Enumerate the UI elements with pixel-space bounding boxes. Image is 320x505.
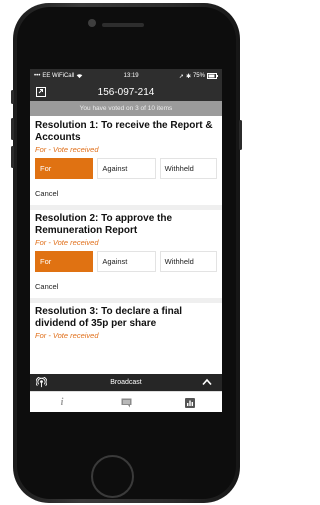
vote-against-button[interactable]: Against bbox=[97, 251, 156, 272]
phone-volume-up bbox=[11, 118, 14, 140]
clock-label: 13:19 bbox=[123, 73, 139, 79]
vote-for-button[interactable]: For bbox=[35, 158, 94, 179]
tab-info[interactable]: i bbox=[30, 392, 94, 413]
cancel-vote-link[interactable]: Cancel bbox=[35, 189, 217, 199]
signal-icon: ••• bbox=[34, 73, 41, 79]
info-icon: i bbox=[60, 397, 64, 408]
vote-options: For Against Withheld bbox=[35, 251, 218, 272]
phone-power-button bbox=[239, 120, 242, 150]
phone-volume-down bbox=[11, 146, 14, 168]
location-icon: ➚ bbox=[178, 73, 184, 80]
resolution-card: Resolution 1: To receive the Report & Ac… bbox=[30, 116, 222, 205]
vote-for-button[interactable]: For bbox=[35, 251, 94, 272]
wifi-icon bbox=[77, 74, 83, 79]
chat-icon bbox=[121, 398, 131, 407]
resolution-vote-status: For - Vote received bbox=[35, 331, 99, 340]
app-header: 156-097-214 bbox=[30, 83, 222, 101]
carrier-label: ••• EE WiFiCall bbox=[34, 73, 83, 79]
votes-progress-banner: You have voted on 3 of 10 items bbox=[30, 101, 222, 116]
resolution-card: Resolution 3: To declare a final dividen… bbox=[30, 303, 222, 340]
meeting-id-title: 156-097-214 bbox=[97, 86, 155, 98]
app-screen: ••• EE WiFiCall 13:19 ➚ ✱ 75% 156-097-21… bbox=[30, 69, 222, 426]
vote-options: For Against Withheld bbox=[35, 158, 218, 179]
resolution-vote-status: For - Vote received bbox=[35, 238, 99, 247]
battery-icon bbox=[206, 73, 218, 79]
front-camera bbox=[88, 19, 96, 27]
tab-messages[interactable] bbox=[94, 392, 158, 413]
poll-icon bbox=[185, 397, 195, 408]
phone-side-button bbox=[11, 90, 14, 104]
resolution-card: Resolution 2: To approve the Remuneratio… bbox=[30, 210, 222, 298]
tab-voting[interactable] bbox=[158, 392, 222, 413]
status-bar: ••• EE WiFiCall 13:19 ➚ ✱ 75% bbox=[30, 69, 222, 83]
broadcast-label: Broadcast bbox=[110, 379, 142, 386]
screen-bottom-edge bbox=[30, 412, 222, 426]
chevron-up-icon[interactable] bbox=[202, 378, 212, 386]
resolution-vote-status: For - Vote received bbox=[35, 145, 99, 154]
broadcast-bar[interactable]: Broadcast bbox=[30, 374, 222, 391]
vote-against-button[interactable]: Against bbox=[97, 158, 156, 179]
resolution-title: Resolution 1: To receive the Report & Ac… bbox=[35, 120, 213, 143]
cancel-vote-link[interactable]: Cancel bbox=[35, 282, 217, 292]
vote-withheld-button[interactable]: Withheld bbox=[159, 251, 218, 272]
bottom-tab-bar: i bbox=[30, 391, 222, 413]
resolution-title: Resolution 2: To approve the Remuneratio… bbox=[35, 213, 173, 236]
earpiece-speaker bbox=[102, 23, 144, 27]
home-button[interactable] bbox=[91, 455, 134, 498]
bluetooth-icon: ✱ bbox=[185, 73, 191, 80]
resolution-title: Resolution 3: To declare a final dividen… bbox=[35, 306, 183, 329]
battery-indicator: ➚ ✱ 75% bbox=[179, 73, 218, 80]
vote-withheld-button[interactable]: Withheld bbox=[159, 158, 218, 179]
broadcast-icon bbox=[36, 377, 47, 388]
